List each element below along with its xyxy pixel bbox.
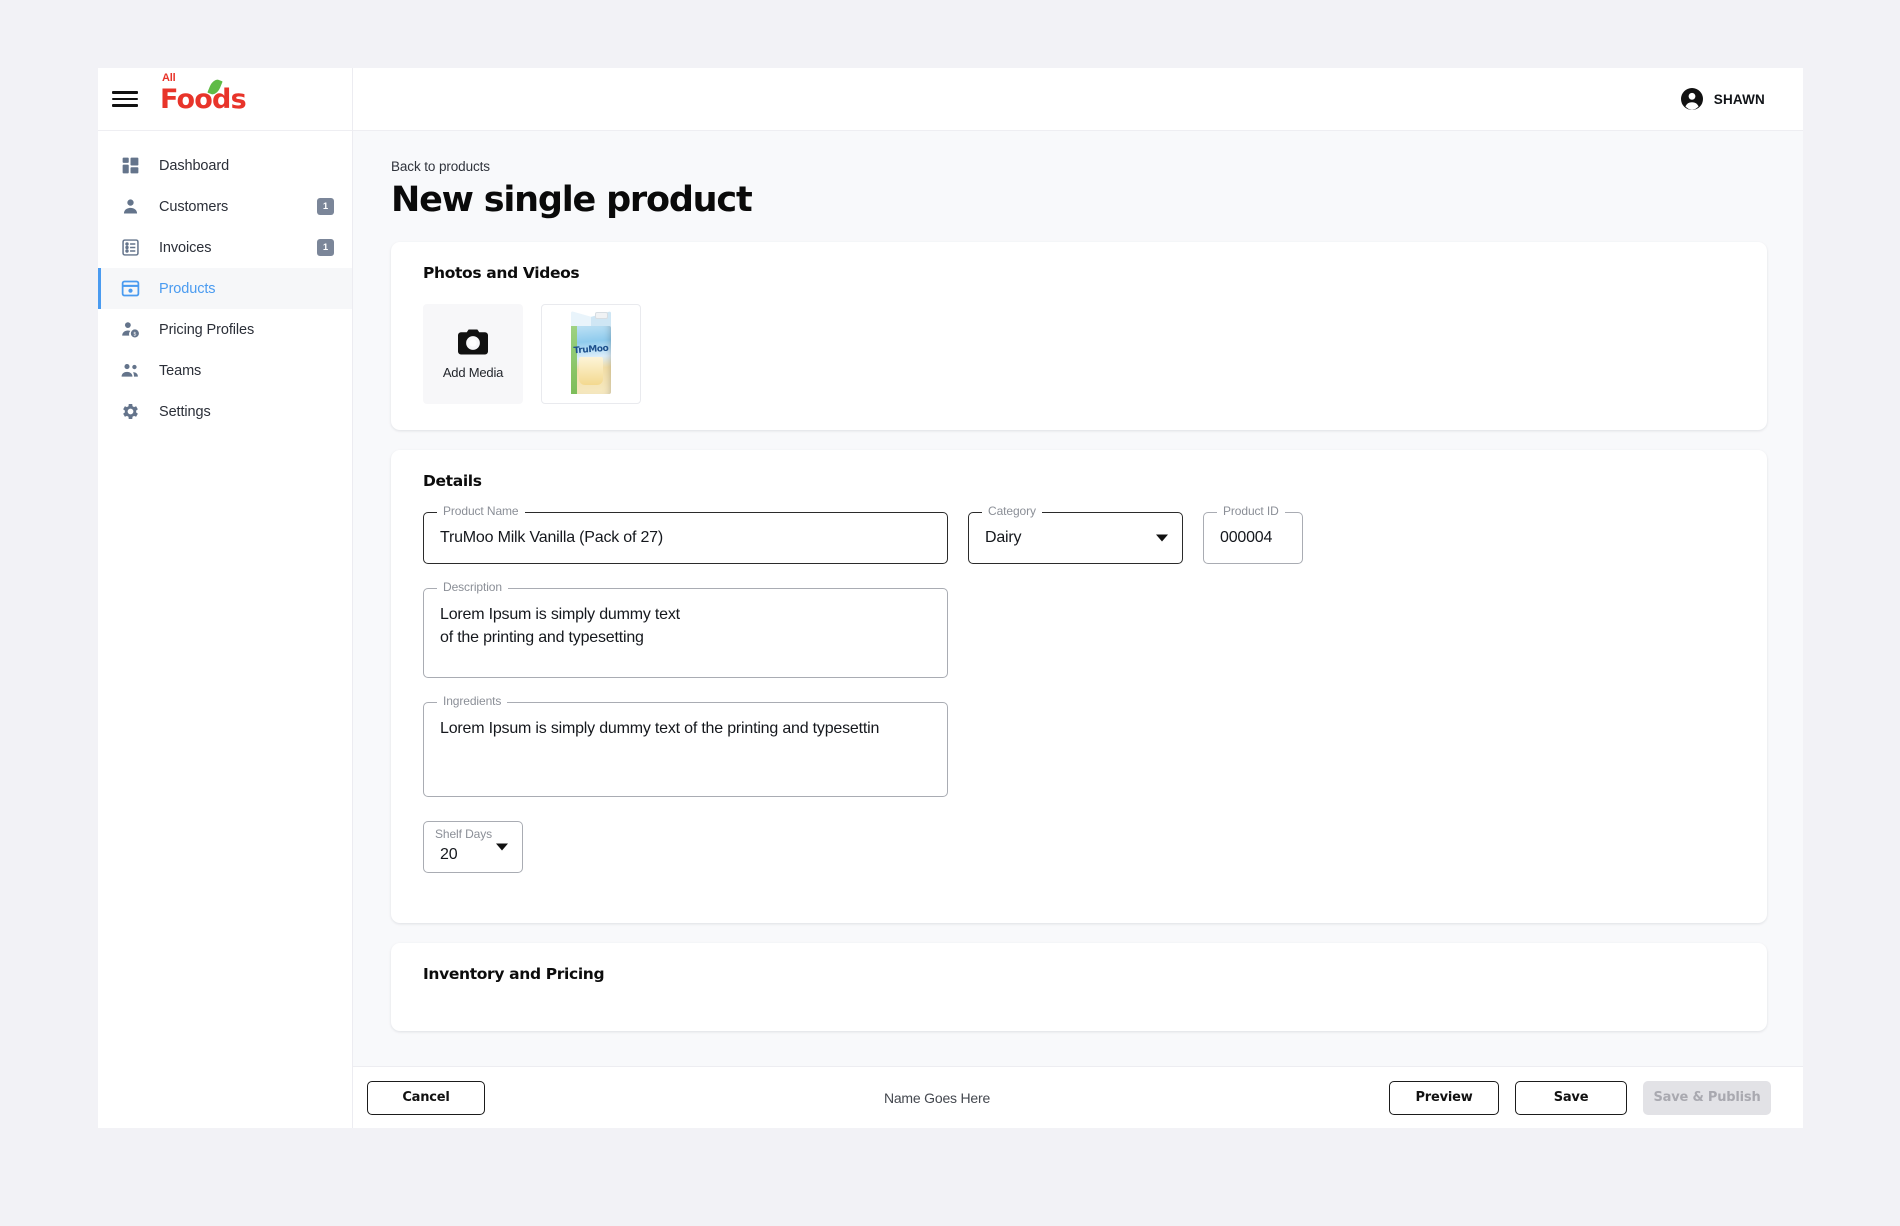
- gear-icon: [120, 401, 141, 422]
- product-id-value: 000004: [1220, 529, 1273, 547]
- sidebar-item-pricing-profiles[interactable]: $ Pricing Profiles: [98, 309, 352, 350]
- logo-all-text: All: [162, 71, 176, 84]
- photos-and-videos-card: Photos and Videos Add Media TruMoo: [391, 242, 1767, 430]
- action-bar-buttons: Preview Save Save & Publish: [1389, 1080, 1772, 1115]
- shelf-days-select[interactable]: Shelf Days 20: [423, 821, 523, 873]
- product-name-label: Product Name: [437, 505, 525, 517]
- people-icon: [120, 360, 141, 381]
- app-logo: All Foods: [160, 72, 247, 115]
- sidebar-item-label: Dashboard: [159, 157, 230, 174]
- details-row-2: Description Lorem Ipsum is simply dummy …: [423, 581, 1739, 678]
- sidebar-item-products[interactable]: Products: [98, 268, 352, 309]
- ingredients-value: Lorem Ipsum is simply dummy text of the …: [440, 720, 880, 737]
- product-id-field[interactable]: Product ID 000004: [1203, 505, 1303, 564]
- save-and-publish-button: Save & Publish: [1643, 1080, 1772, 1115]
- topbar: SHAWN: [353, 68, 1803, 131]
- action-bar-name-text: Name Goes Here: [883, 1089, 991, 1106]
- person-icon: [120, 196, 141, 217]
- description-label: Description: [437, 581, 508, 593]
- inventory-card-title: Inventory and Pricing: [423, 965, 605, 983]
- app-window: All Foods Dashboard Customers 1 Invoices…: [98, 68, 1803, 1128]
- product-name-value: TruMoo Milk Vanilla (Pack of 27): [440, 529, 664, 547]
- category-select[interactable]: Category Dairy: [968, 505, 1183, 564]
- cancel-button[interactable]: Cancel: [367, 1080, 485, 1115]
- media-thumbnail[interactable]: TruMoo: [541, 304, 641, 404]
- sidebar-item-label: Teams: [159, 362, 202, 379]
- details-row-3: Ingredients Lorem Ipsum is simply dummy …: [423, 695, 1739, 797]
- svg-text:$: $: [133, 332, 136, 338]
- chevron-down-icon: [496, 843, 508, 851]
- save-button[interactable]: Save: [1515, 1080, 1628, 1115]
- back-to-products-link[interactable]: Back to products: [391, 159, 1767, 174]
- inventory-and-pricing-card: Inventory and Pricing: [391, 943, 1767, 1031]
- sidebar-item-label: Invoices: [159, 239, 212, 256]
- product-box-icon: [120, 278, 141, 299]
- details-row-1: Product Name TruMoo Milk Vanilla (Pack o…: [423, 505, 1739, 564]
- sidebar-nav: Dashboard Customers 1 Invoices 1 Product…: [98, 131, 352, 1128]
- main-area: SHAWN Back to products New single produc…: [353, 68, 1803, 1128]
- page-content: Back to products New single product Phot…: [353, 131, 1803, 1128]
- ingredients-label: Ingredients: [437, 695, 508, 707]
- media-row: Add Media TruMoo: [423, 304, 1739, 404]
- sidebar-item-label: Pricing Profiles: [159, 321, 255, 338]
- camera-icon: [458, 329, 488, 355]
- add-media-button[interactable]: Add Media: [423, 304, 523, 404]
- description-line-2: of the printing and typesetting: [440, 629, 644, 647]
- ingredients-field[interactable]: Ingredients Lorem Ipsum is simply dummy …: [423, 695, 948, 797]
- list-icon: [120, 237, 141, 258]
- page-title: New single product: [391, 180, 753, 220]
- sidebar-item-label: Products: [159, 280, 216, 297]
- logo-foods-text: Foods: [160, 83, 247, 115]
- product-id-label: Product ID: [1217, 505, 1285, 517]
- sidebar-item-label: Settings: [159, 403, 211, 420]
- details-card: Details Product Name TruMoo Milk Vanilla…: [391, 450, 1767, 923]
- sidebar: All Foods Dashboard Customers 1 Invoices…: [98, 68, 353, 1128]
- chevron-down-icon: [1156, 534, 1168, 542]
- sidebar-item-customers[interactable]: Customers 1: [98, 186, 352, 227]
- details-card-title: Details: [423, 472, 482, 490]
- details-row-4: Shelf Days 20: [423, 821, 1739, 873]
- add-media-label: Add Media: [442, 364, 504, 380]
- action-bar: Cancel Name Goes Here Preview Save Save …: [353, 1066, 1803, 1128]
- sidebar-item-label: Customers: [159, 198, 229, 215]
- sidebar-badge-invoices: 1: [317, 239, 334, 256]
- category-value: Dairy: [985, 529, 1022, 547]
- sidebar-header: All Foods: [98, 68, 352, 131]
- photos-card-title: Photos and Videos: [423, 264, 580, 282]
- sidebar-item-teams[interactable]: Teams: [98, 350, 352, 391]
- user-name-label: SHAWN: [1713, 91, 1765, 107]
- sidebar-item-settings[interactable]: Settings: [98, 391, 352, 432]
- account-circle-icon: [1680, 87, 1704, 111]
- description-line-1: Lorem Ipsum is simply dummy text: [440, 606, 680, 623]
- category-label: Category: [982, 505, 1042, 517]
- sidebar-item-invoices[interactable]: Invoices 1: [98, 227, 352, 268]
- person-dollar-icon: $: [120, 319, 141, 340]
- preview-button[interactable]: Preview: [1389, 1080, 1500, 1115]
- product-name-field[interactable]: Product Name TruMoo Milk Vanilla (Pack o…: [423, 505, 948, 564]
- user-menu[interactable]: SHAWN: [1680, 87, 1765, 111]
- product-carton-image: TruMoo: [565, 310, 617, 396]
- description-field[interactable]: Description Lorem Ipsum is simply dummy …: [423, 581, 948, 678]
- hamburger-menu-icon[interactable]: [112, 89, 138, 109]
- dashboard-icon: [120, 155, 141, 176]
- sidebar-badge-customers: 1: [317, 198, 334, 215]
- sidebar-item-dashboard[interactable]: Dashboard: [98, 145, 352, 186]
- shelf-days-label: Shelf Days: [435, 827, 493, 841]
